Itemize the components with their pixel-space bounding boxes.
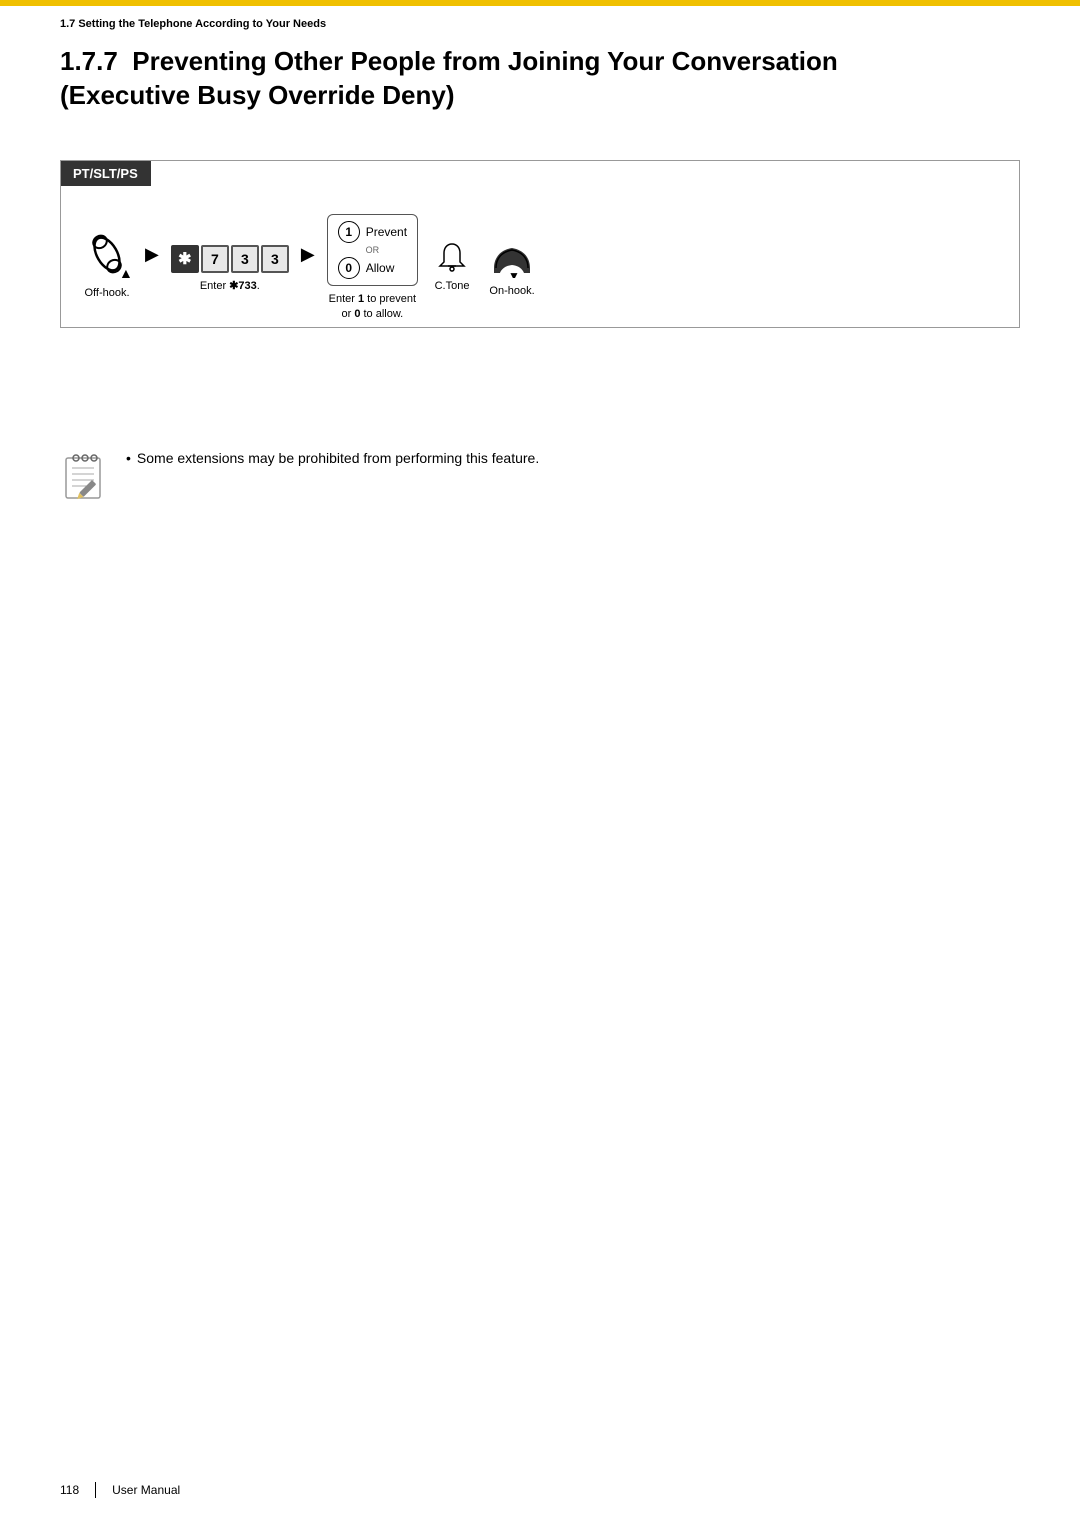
note-icon (60, 450, 110, 505)
section-heading: Preventing Other People from Joining You… (60, 46, 838, 110)
offhook-phone-icon: ▲ (81, 228, 133, 280)
key-7: 7 (201, 245, 229, 273)
prevent-allow-box: 1 Prevent OR 0 Allow (327, 214, 418, 286)
keys-caption: Enter ✱733. (200, 279, 260, 294)
footer: 118 User Manual (60, 1482, 180, 1498)
arrow-2: ▶ (289, 244, 327, 265)
prevent-label: Prevent (366, 225, 407, 239)
prevent-row: 1 Prevent (338, 219, 407, 245)
ctone-label: C.Tone (435, 280, 470, 292)
step-onhook: ▼ On-hook. (486, 230, 538, 299)
step-keys: ✱ 7 3 3 Enter ✱733. (171, 235, 289, 294)
footer-separator (95, 1482, 96, 1498)
key-sequence: ✱ 7 3 3 (171, 245, 289, 273)
allow-label: Allow (366, 261, 395, 275)
footer-page-number: 118 (60, 1483, 79, 1497)
ctone-area: C.Tone (434, 240, 470, 292)
footer-doc-title: User Manual (112, 1483, 180, 1497)
key-0: 0 (338, 257, 360, 279)
note-bullet: • (126, 450, 131, 466)
allow-row: 0 Allow (338, 255, 407, 281)
step-prevent-allow: 1 Prevent OR 0 Allow Enter 1 to prevento… (327, 206, 418, 323)
arrow-1: ▶ (133, 244, 171, 265)
svg-text:▲: ▲ (119, 265, 133, 280)
device-type-label: PT/SLT/PS (61, 161, 1019, 186)
prevent-allow-caption: Enter 1 to preventor 0 to allow. (329, 292, 416, 323)
svg-text:▼: ▼ (508, 269, 520, 278)
note-section: • Some extensions may be prohibited from … (60, 450, 539, 505)
section-number: 1.7.7 (60, 46, 118, 76)
top-accent-bar (0, 0, 1080, 6)
section-title: 1.7.7 Preventing Other People from Joini… (60, 45, 1020, 113)
note-text: Some extensions may be prohibited from p… (137, 450, 539, 466)
onhook-caption: On-hook. (489, 284, 534, 299)
step-offhook: ▲ Off-hook. (81, 228, 133, 301)
key-star: ✱ (171, 245, 199, 273)
or-label: OR (338, 245, 407, 255)
ctone-bell-icon (434, 240, 470, 276)
onhook-phone-icon: ▼ (486, 238, 538, 278)
content-box: PT/SLT/PS ▲ Off-hook. ▶ ✱ 7 (60, 160, 1020, 328)
offhook-caption: Off-hook. (84, 286, 129, 301)
breadcrumb: 1.7 Setting the Telephone According to Y… (60, 18, 326, 30)
key-3a: 3 (231, 245, 259, 273)
key-3b: 3 (261, 245, 289, 273)
note-content: • Some extensions may be prohibited from … (126, 450, 539, 466)
step-ctone: C.Tone (434, 230, 470, 298)
key-1: 1 (338, 221, 360, 243)
diagram-row: ▲ Off-hook. ▶ ✱ 7 3 3 Enter ✱733. ▶ 1 Pr… (61, 186, 1019, 327)
